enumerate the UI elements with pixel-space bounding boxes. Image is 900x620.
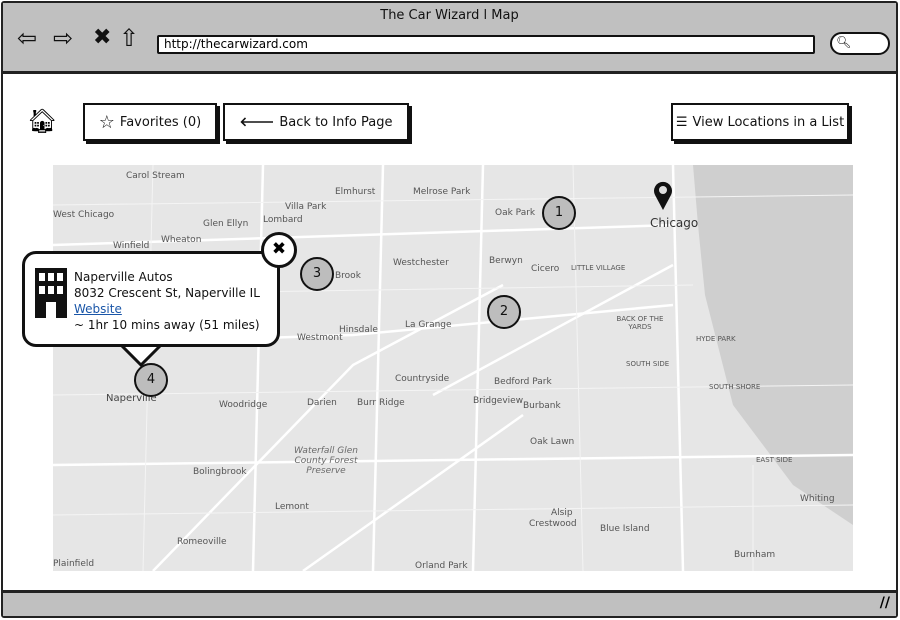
- back-arrow-icon[interactable]: ⇦: [17, 25, 37, 51]
- map-label: Waterfall Glen County Forest Preserve: [294, 446, 358, 476]
- map-marker-3[interactable]: 3: [300, 257, 334, 291]
- map-label: Lemont: [275, 502, 309, 512]
- map-label: Countryside: [395, 374, 450, 384]
- home-icon[interactable]: ⇧: [119, 25, 139, 51]
- dealer-distance: ~ 1hr 10 mins away (51 miles): [74, 318, 260, 332]
- map[interactable]: Carol Stream Elmhurst Melrose Park West …: [53, 165, 853, 571]
- map-label: SOUTH SIDE: [626, 360, 670, 368]
- map-label: Romeoville: [177, 537, 227, 547]
- arrow-left-icon: 🡐: [239, 115, 275, 130]
- map-label: Plainfield: [53, 559, 95, 569]
- back-to-info-button[interactable]: 🡐 Back to Info Page: [223, 103, 409, 141]
- map-label: Wheaton: [161, 235, 202, 245]
- map-label: Westmont: [297, 333, 343, 343]
- view-list-button[interactable]: ☰ View Locations in a List: [671, 103, 849, 141]
- building-icon: [35, 268, 67, 318]
- map-marker-1[interactable]: 1: [542, 196, 576, 230]
- map-label: West Chicago: [53, 210, 115, 220]
- map-label: Burbank: [523, 401, 561, 411]
- map-label: Orland Park: [415, 561, 468, 571]
- map-label: HYDE PARK: [696, 335, 736, 343]
- map-label: Carol Stream: [126, 171, 185, 181]
- location-pin-icon: [654, 181, 672, 210]
- map-label: Chicago: [650, 216, 699, 230]
- map-label: LITTLE VILLAGE: [571, 264, 626, 272]
- list-label: View Locations in a List: [692, 114, 845, 130]
- status-bar: //: [3, 590, 896, 616]
- map-label: Burnham: [734, 550, 776, 560]
- map-roads: [53, 165, 853, 571]
- map-label: Berwyn: [489, 256, 523, 266]
- search-field[interactable]: 🔍︎: [830, 32, 890, 55]
- map-label: Villa Park: [285, 202, 327, 212]
- website-link[interactable]: Website: [74, 302, 122, 316]
- map-label: BACK OF THE YARDS: [616, 315, 664, 331]
- close-icon: ✖: [271, 239, 287, 259]
- star-icon: ☆: [98, 111, 115, 133]
- list-icon: ☰: [675, 114, 688, 130]
- map-label: Bolingbrook: [193, 467, 247, 477]
- map-label: Burr Ridge: [357, 398, 405, 408]
- map-label: Oak Lawn: [530, 437, 575, 447]
- map-label: Cicero: [531, 264, 560, 274]
- resize-grip-icon[interactable]: //: [880, 595, 890, 611]
- close-popup-button[interactable]: ✖: [261, 232, 297, 268]
- map-label: La Grange: [405, 320, 452, 330]
- browser-window: The Car Wizard l Map ⇦ ⇨ ✖ ⇧ http://thec…: [1, 1, 898, 618]
- map-marker-4[interactable]: 4: [134, 363, 168, 397]
- map-label: SOUTH SHORE: [709, 383, 761, 391]
- map-label: Melrose Park: [413, 187, 471, 197]
- map-label: Oak Park: [495, 208, 536, 218]
- home-icon[interactable]: 🏠︎: [27, 107, 57, 135]
- map-label: Elmhurst: [335, 187, 376, 197]
- map-label: Crestwood: [529, 519, 577, 529]
- map-label: Bedford Park: [494, 377, 552, 387]
- back-label: Back to Info Page: [279, 114, 393, 130]
- map-marker-2[interactable]: 2: [487, 295, 521, 329]
- lake-michigan: [693, 165, 853, 571]
- favorites-label: Favorites (0): [119, 114, 202, 130]
- map-label: Bridgeview: [473, 396, 524, 406]
- browser-chrome: The Car Wizard l Map ⇦ ⇨ ✖ ⇧ http://thec…: [3, 3, 896, 74]
- window-title: The Car Wizard l Map: [380, 8, 519, 23]
- map-label: Hinsdale: [339, 325, 378, 335]
- search-icon: 🔍︎: [836, 35, 852, 49]
- map-label: Lombard: [263, 215, 303, 225]
- map-label: Darien: [307, 398, 337, 408]
- dealer-name: Naperville Autos: [74, 270, 173, 284]
- map-label: Blue Island: [600, 524, 650, 534]
- map-label: EAST SIDE: [756, 456, 793, 464]
- forward-arrow-icon[interactable]: ⇨: [53, 25, 73, 51]
- map-label: Alsip: [551, 508, 573, 518]
- stop-icon[interactable]: ✖: [93, 25, 111, 51]
- favorites-button[interactable]: ☆ Favorites (0): [83, 103, 217, 141]
- map-label: Glen Ellyn: [203, 219, 249, 229]
- url-field[interactable]: http://thecarwizard.com: [157, 35, 815, 54]
- map-label: Winfield: [113, 241, 150, 251]
- map-label: Westchester: [393, 258, 449, 268]
- map-label: Woodridge: [219, 400, 268, 410]
- map-label: Brook: [335, 271, 361, 281]
- map-label: Whiting: [800, 494, 835, 504]
- location-popup: Naperville Autos 8032 Crescent St, Naper…: [22, 251, 280, 347]
- dealer-address: 8032 Crescent St, Naperville IL: [74, 286, 260, 300]
